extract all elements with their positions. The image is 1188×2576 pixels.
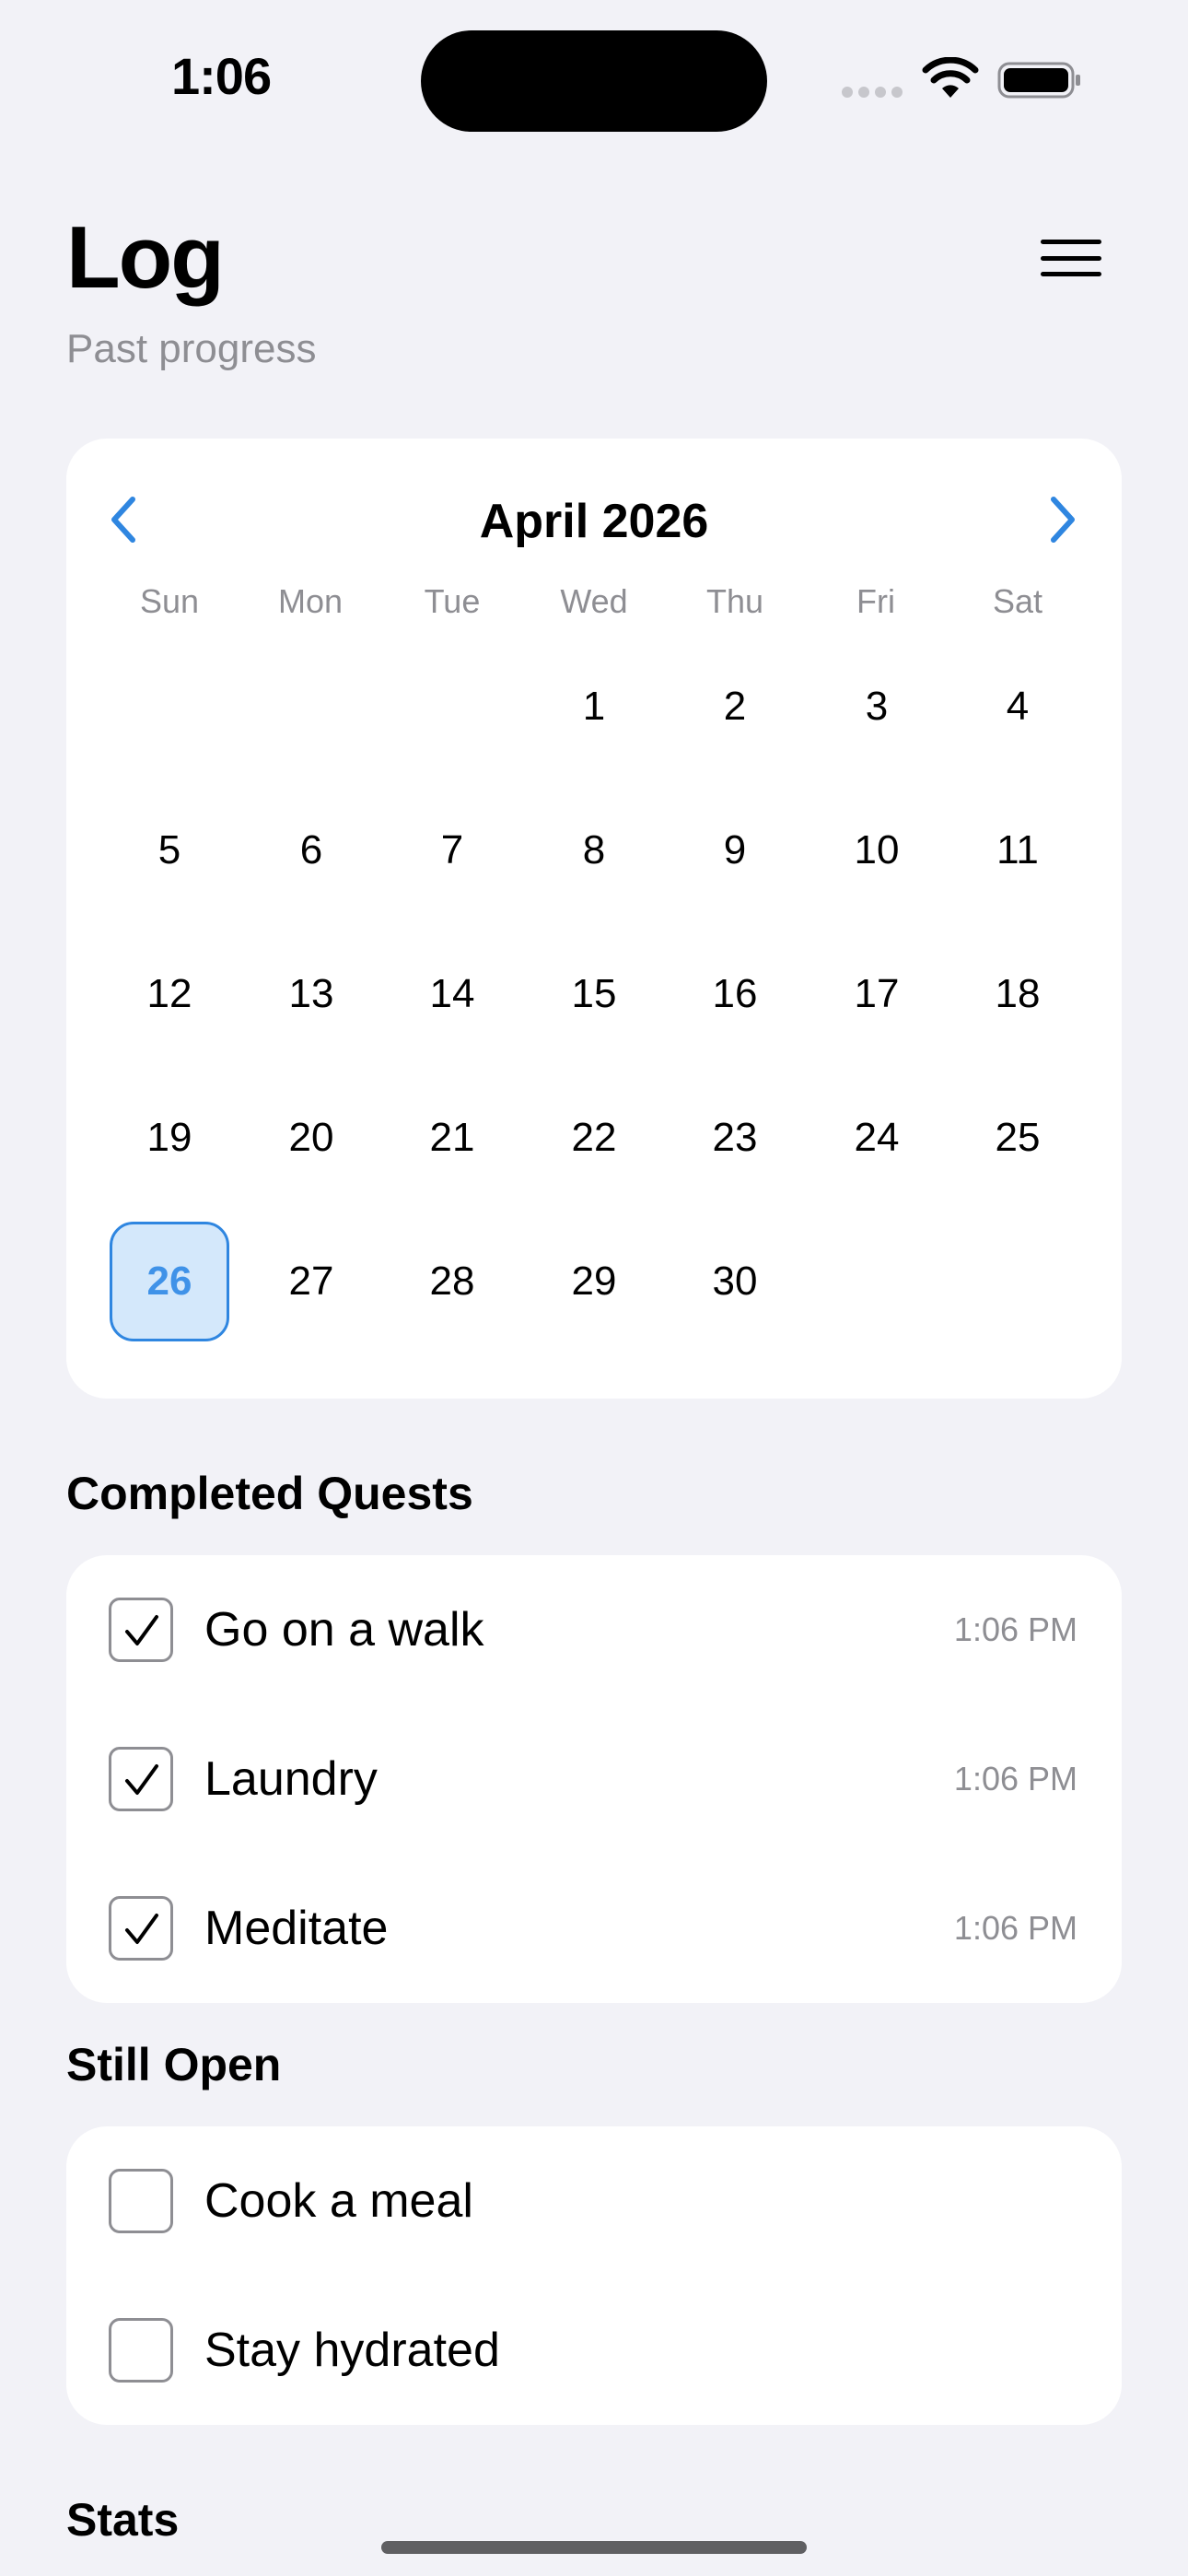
checkbox-unchecked[interactable]: [109, 2318, 173, 2383]
calendar-day[interactable]: 25: [958, 1078, 1077, 1198]
open-quest-row[interactable]: Cook a meal: [66, 2126, 1122, 2276]
page-subtitle: Past progress: [66, 326, 317, 371]
calendar-day[interactable]: 13: [251, 934, 371, 1054]
calendar-day[interactable]: 9: [675, 790, 795, 910]
weekday-label: Tue: [424, 582, 481, 620]
quest-label: Laundry: [204, 1752, 378, 1806]
checkbox-checked[interactable]: [109, 1896, 173, 1961]
log-screen: 1:06 Log Past progress April 2026 Sun Mo…: [0, 0, 1188, 2576]
calendar-day[interactable]: 17: [817, 934, 937, 1054]
home-indicator: [381, 2541, 807, 2554]
calendar-day[interactable]: 2: [675, 647, 795, 767]
weekday-label: Fri: [856, 582, 895, 620]
calendar-day[interactable]: 18: [958, 934, 1077, 1054]
calendar-day[interactable]: 16: [675, 934, 795, 1054]
calendar-day[interactable]: 4: [958, 647, 1077, 767]
calendar-day[interactable]: 27: [251, 1222, 371, 1341]
calendar-day[interactable]: 22: [534, 1078, 654, 1198]
quest-completed-time: 1:06 PM: [953, 1610, 1077, 1648]
calendar-day[interactable]: 8: [534, 790, 654, 910]
checkbox-unchecked[interactable]: [109, 2169, 173, 2233]
quest-completed-time: 1:06 PM: [953, 1909, 1077, 1947]
weekday-label: Sat: [992, 582, 1043, 620]
checkmark-icon: [125, 1764, 158, 1795]
calendar-day[interactable]: 21: [392, 1078, 512, 1198]
calendar-day[interactable]: 7: [392, 790, 512, 910]
weekday-label: Wed: [560, 582, 628, 620]
battery-icon: [997, 62, 1080, 99]
quest-label: Cook a meal: [204, 2174, 473, 2228]
calendar-day[interactable]: 28: [392, 1222, 512, 1341]
calendar-day[interactable]: 15: [534, 934, 654, 1054]
calendar-day[interactable]: 11: [958, 790, 1077, 910]
quest-label: Meditate: [204, 1902, 389, 1955]
checkbox-checked[interactable]: [109, 1747, 173, 1811]
calendar-day[interactable]: 3: [817, 647, 937, 767]
weekday-label: Sun: [139, 582, 200, 620]
weekday-label: Thu: [705, 582, 764, 620]
still-open-heading: Still Open: [66, 2039, 282, 2090]
checkmark-icon: [125, 1914, 158, 1944]
checkbox-checked[interactable]: [109, 1598, 173, 1662]
calendar-day[interactable]: 30: [675, 1222, 795, 1341]
stats-heading: Stats: [66, 2494, 180, 2546]
completed-quests-heading: Completed Quests: [66, 1468, 473, 1519]
quest-label: Go on a walk: [204, 1603, 484, 1657]
dynamic-island: [421, 30, 767, 132]
calendar-day[interactable]: 6: [251, 790, 371, 910]
calendar-day[interactable]: 29: [534, 1222, 654, 1341]
calendar-day[interactable]: 19: [110, 1078, 229, 1198]
calendar-day-selected[interactable]: 26: [110, 1222, 229, 1341]
calendar-day[interactable]: 20: [251, 1078, 371, 1198]
calendar-day[interactable]: 1: [534, 647, 654, 767]
open-quest-row[interactable]: Stay hydrated: [66, 2276, 1122, 2425]
calendar-day[interactable]: 24: [817, 1078, 937, 1198]
status-time: 1:06: [171, 47, 272, 105]
checkmark-icon: [125, 1615, 158, 1645]
calendar-month-title: April 2026: [479, 495, 709, 548]
completed-quest-row[interactable]: Laundry 1:06 PM: [66, 1704, 1122, 1854]
quest-label: Stay hydrated: [204, 2324, 500, 2377]
chevron-right-icon[interactable]: [1044, 494, 1081, 545]
cellular-signal-icon: [842, 87, 904, 98]
completed-quest-row[interactable]: Go on a walk 1:06 PM: [66, 1555, 1122, 1704]
calendar-day[interactable]: 10: [817, 790, 937, 910]
calendar-day[interactable]: 23: [675, 1078, 795, 1198]
completed-quest-row[interactable]: Meditate 1:06 PM: [66, 1854, 1122, 2003]
page-title: Log: [66, 208, 225, 307]
weekday-label: Mon: [277, 582, 344, 620]
calendar-day[interactable]: 14: [392, 934, 512, 1054]
wifi-icon: [922, 57, 979, 98]
calendar-day[interactable]: 5: [110, 790, 229, 910]
calendar-day[interactable]: 12: [110, 934, 229, 1054]
quest-completed-time: 1:06 PM: [953, 1760, 1077, 1797]
hamburger-menu-icon[interactable]: [1041, 240, 1101, 276]
